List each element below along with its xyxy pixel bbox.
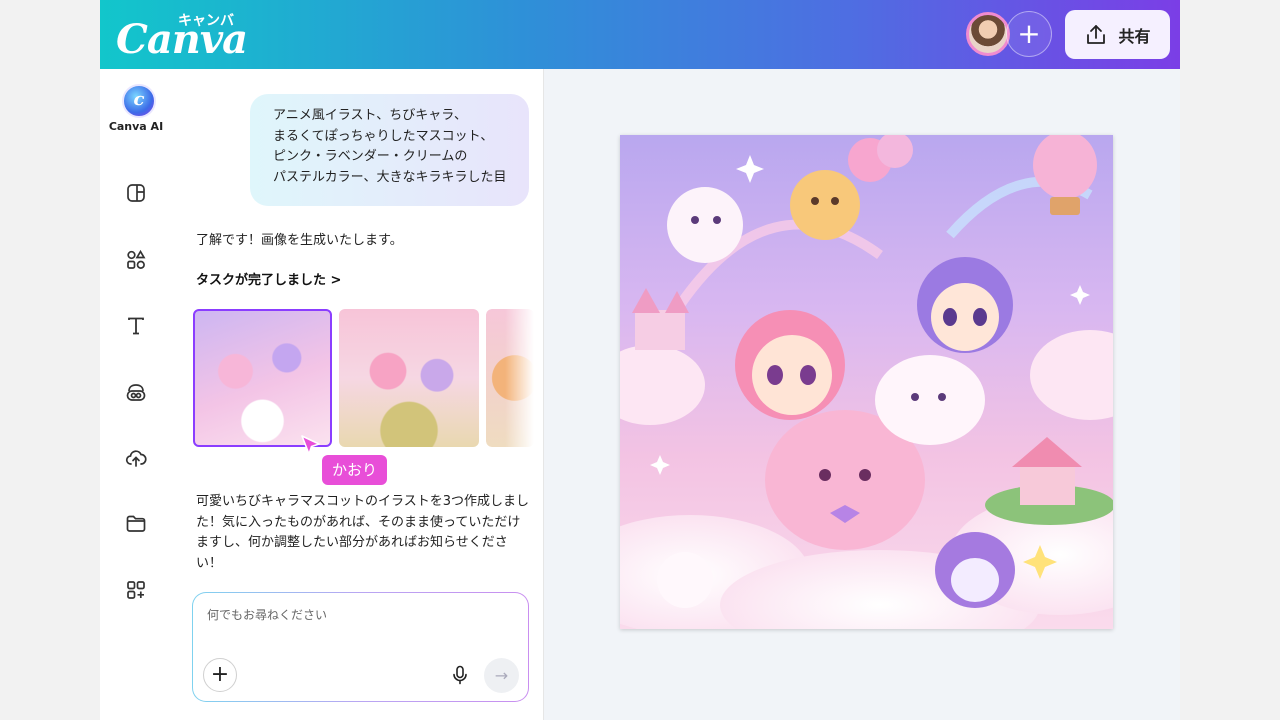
canva-logo[interactable]: Canva キャンバ xyxy=(116,8,248,63)
top-bar: Canva キャンバ + 共有 xyxy=(100,0,1180,69)
prompt-line: パステルカラー、大きなキラキラした目 xyxy=(273,169,507,185)
chat-panel: アニメ風イラスト、ちびキャラ、 まるくてぽっちゃりしたマスコット、 ピンク・ラベ… xyxy=(172,69,543,720)
share-label: 共有 xyxy=(1118,26,1151,46)
generated-image-3[interactable] xyxy=(486,309,534,447)
prompt-line: アニメ風イラスト、ちびキャラ、 xyxy=(273,108,467,123)
apps-icon[interactable] xyxy=(124,578,148,602)
generated-image-2[interactable] xyxy=(339,309,479,447)
chat-input[interactable] xyxy=(205,607,509,623)
send-button[interactable]: → xyxy=(484,658,519,693)
share-icon xyxy=(1087,24,1106,44)
user-avatar[interactable] xyxy=(966,12,1010,56)
chat-composer: + → xyxy=(192,592,529,702)
canvas-area xyxy=(544,69,1180,720)
assistant-description: 可愛いちびキャラマスコットのイラストを3つ作成しました！気に入ったものがあれば、… xyxy=(196,494,530,571)
prompt-line: まるくてぽっちゃりしたマスコット、 xyxy=(273,128,494,144)
upload-icon[interactable] xyxy=(124,446,148,470)
design-icon[interactable] xyxy=(124,181,148,205)
microphone-icon[interactable] xyxy=(451,665,469,685)
illustration xyxy=(620,135,1113,629)
brand-icon[interactable] xyxy=(124,381,148,405)
left-rail: c Canva AI xyxy=(100,69,172,720)
logo-kana: キャンバ xyxy=(178,13,234,29)
task-complete-link[interactable]: タスクが完了しました > xyxy=(196,269,341,288)
collaborator-cursor-icon xyxy=(301,435,320,455)
app-window: Canva キャンバ + 共有 c Canva AI アニメ風イラスト、ちびキャ… xyxy=(100,0,1180,720)
canva-ai-label: Canva AI xyxy=(108,120,164,133)
share-button[interactable]: 共有 xyxy=(1065,10,1170,59)
elements-icon[interactable] xyxy=(124,248,148,272)
assistant-reply: 了解です！画像を生成いたします。 xyxy=(196,233,403,248)
prompt-line: ピンク・ラベンダー・クリームの xyxy=(273,149,468,164)
canva-ai-icon[interactable]: c xyxy=(122,84,156,118)
collaborator-name-tag: かおり xyxy=(322,455,388,485)
attach-button[interactable]: + xyxy=(203,658,237,692)
design-canvas-image[interactable] xyxy=(620,135,1113,629)
text-icon[interactable] xyxy=(124,314,148,338)
add-collaborator-button[interactable]: + xyxy=(1006,11,1052,57)
generated-image-1[interactable] xyxy=(193,309,332,447)
user-message: アニメ風イラスト、ちびキャラ、 まるくてぽっちゃりしたマスコット、 ピンク・ラベ… xyxy=(250,94,529,206)
folder-icon[interactable] xyxy=(124,511,148,535)
